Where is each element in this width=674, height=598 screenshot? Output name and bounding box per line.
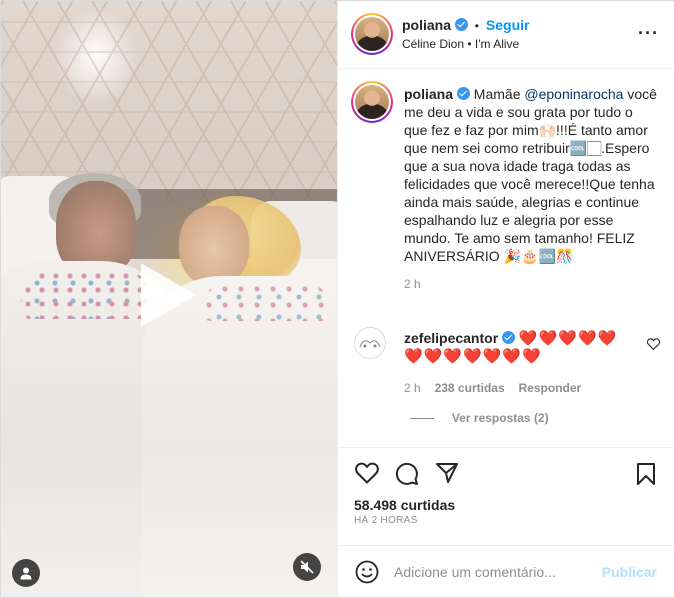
post-sidebar: poliana • Seguir Céline Dion • I'm Alive… <box>337 1 674 597</box>
audio-track[interactable]: Céline Dion • I'm Alive <box>402 37 519 51</box>
caption-mention[interactable]: @eponinarocha <box>524 86 623 102</box>
share-icon[interactable] <box>435 462 459 484</box>
post-time[interactable]: HÁ 2 HORAS <box>354 515 418 526</box>
caption-text: você me deu a vida e sou grata por tudo … <box>404 86 657 264</box>
likes-count[interactable]: 58.498 curtidas <box>354 497 455 513</box>
post-caption: poliana Mamãe @eponinarocha você me deu … <box>404 85 659 293</box>
floral-sheet <box>21 269 151 319</box>
caption-avatar[interactable] <box>351 81 393 123</box>
reply-button[interactable]: Responder <box>519 381 582 395</box>
like-heart-icon[interactable] <box>355 462 379 484</box>
play-icon[interactable] <box>141 263 196 327</box>
verified-badge-icon <box>456 87 470 100</box>
floral-sheet-right <box>201 281 331 321</box>
save-bookmark-icon[interactable] <box>636 462 656 486</box>
view-replies[interactable]: Ver respostas (2) <box>410 409 549 425</box>
caption-time[interactable]: 2 h <box>404 275 659 293</box>
post-header: poliana • Seguir Céline Dion • I'm Alive… <box>338 1 674 69</box>
author-username[interactable]: poliana <box>402 17 451 33</box>
comment-input[interactable] <box>394 560 594 584</box>
comment-likes[interactable]: 238 curtidas <box>435 381 505 395</box>
comment-time[interactable]: 2 h <box>404 381 421 395</box>
verified-badge-icon <box>454 18 468 31</box>
post-dialog: poliana • Seguir Céline Dion • I'm Alive… <box>0 0 674 598</box>
post-video[interactable] <box>1 1 337 597</box>
commenter-avatar[interactable] <box>354 327 386 359</box>
comment-hearts-1: ❤️❤️❤️❤️❤️ <box>518 330 618 347</box>
logo-icon <box>359 340 381 348</box>
comment-meta: 2 h 238 curtidas Responder <box>404 378 644 397</box>
caption-prefix: Mamãe <box>473 86 525 102</box>
publish-button[interactable]: Publicar <box>602 564 657 580</box>
more-options-icon[interactable]: ··· <box>638 23 659 44</box>
view-replies-label[interactable]: Ver respostas (2) <box>452 411 549 425</box>
follow-button[interactable]: Seguir <box>486 17 530 33</box>
comment-hearts-2: ❤️❤️❤️❤️❤️❤️❤️ <box>404 348 542 365</box>
author-line: poliana • Seguir <box>402 17 530 33</box>
add-comment-bar: Publicar <box>338 545 674 597</box>
user-icon <box>20 567 32 580</box>
verified-badge-icon <box>502 331 516 344</box>
mute-button[interactable] <box>293 553 321 581</box>
comment-item: zefelipecantor ❤️❤️❤️❤️❤️ ❤️❤️❤️❤️❤️❤️❤️… <box>404 329 644 397</box>
wall-pattern <box>1 1 337 201</box>
comment-icon[interactable] <box>395 462 419 486</box>
post-actions: 58.498 curtidas HÁ 2 HORAS <box>338 447 674 545</box>
caption-username[interactable]: poliana <box>404 86 453 102</box>
emoji-icon[interactable] <box>355 560 379 584</box>
author-avatar[interactable] <box>351 13 393 55</box>
comment-like-heart-icon[interactable] <box>647 338 660 350</box>
comment-username[interactable]: zefelipecantor <box>404 330 498 346</box>
speaker-muted-icon <box>300 560 314 574</box>
replies-divider <box>410 417 434 419</box>
tagged-users-button[interactable] <box>12 559 40 587</box>
